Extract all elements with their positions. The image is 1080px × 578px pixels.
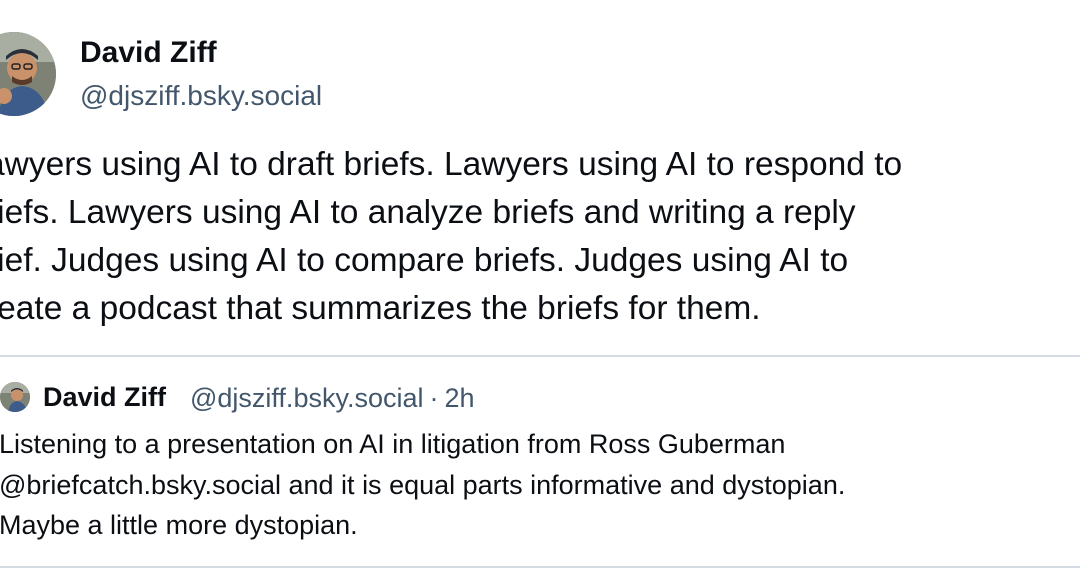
post-header: David Ziff @djsziff.bsky.social [0,30,1080,120]
quoted-author-name[interactable]: David Ziff [43,382,166,413]
author-handle[interactable]: @djsziff.bsky.social [80,80,322,112]
avatar[interactable] [0,32,56,116]
quoted-post-text: Listening to a presentation on AI in lit… [0,429,846,540]
quoted-post[interactable]: David Ziff @djsziff.bsky.social · 2h Liste… [0,357,1080,566]
quoted-timestamp[interactable]: 2h [444,383,474,413]
author-name[interactable]: David Ziff [80,36,217,70]
quoted-post-header: David Ziff @djsziff.bsky.social · 2h [0,382,1080,418]
quoted-post-meta: @djsziff.bsky.social · 2h [190,383,475,414]
separator-dot: · [429,383,439,413]
avatar-photo-icon [0,32,56,116]
quoted-avatar[interactable] [0,382,30,412]
divider [0,566,1080,568]
post-text: awyers using AI to draft briefs. Lawyers… [0,146,903,327]
avatar-photo-icon [0,382,30,412]
quoted-author-handle[interactable]: @djsziff.bsky.social [190,383,423,413]
